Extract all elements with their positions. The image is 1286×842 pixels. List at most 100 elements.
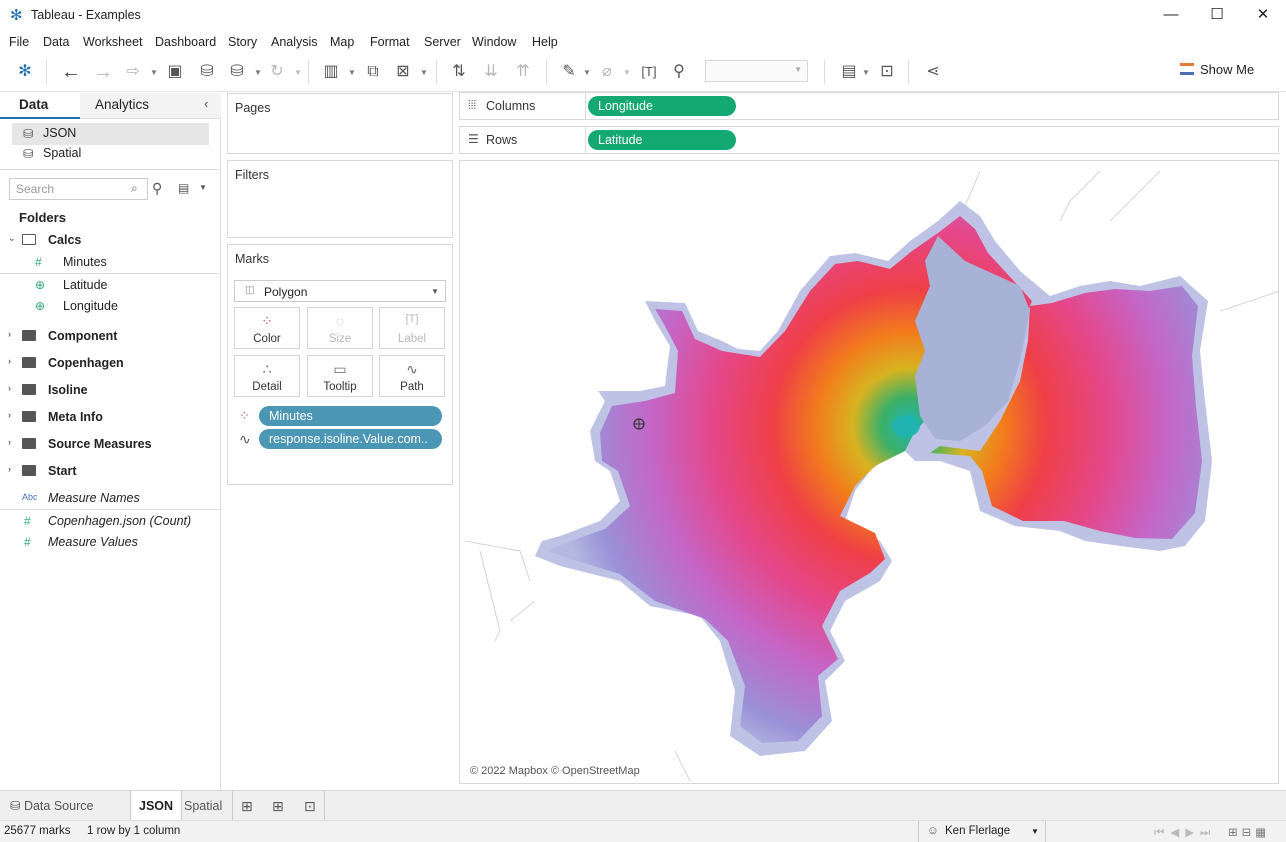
share-icon[interactable]: ⋖ bbox=[922, 61, 944, 83]
menu-format[interactable]: Format bbox=[370, 35, 410, 49]
show-cards-icon[interactable]: ▤ bbox=[838, 61, 860, 83]
pause-updates-icon[interactable]: ⛁ bbox=[226, 61, 248, 83]
menu-help[interactable]: Help bbox=[532, 35, 558, 49]
duplicate-sheet-icon[interactable]: ⧉ bbox=[362, 61, 384, 83]
sheet-navigation-icon[interactable]: ⏮◀▶⏭ bbox=[1154, 825, 1216, 840]
map-attribution[interactable]: © 2022 Mapbox © OpenStreetMap bbox=[470, 765, 640, 777]
minimize-button[interactable]: — bbox=[1148, 0, 1194, 32]
field-minutes[interactable]: # Minutes bbox=[0, 252, 221, 274]
crosshair-cursor-icon bbox=[633, 418, 645, 430]
pause-dropdown-icon[interactable]: ▼ bbox=[254, 68, 262, 77]
presentation-mode-icon[interactable]: ⊡ bbox=[876, 61, 898, 83]
rows-icon: ☰ bbox=[468, 132, 479, 146]
maximize-button[interactable]: ☐ bbox=[1194, 0, 1240, 32]
tableau-start-icon[interactable]: ✻ bbox=[14, 61, 36, 83]
field-longitude[interactable]: ⊕ Longitude bbox=[0, 296, 221, 318]
menu-file[interactable]: File bbox=[9, 35, 29, 49]
sheet-view-icon[interactable]: ⊞⊟▦ bbox=[1228, 825, 1270, 839]
menu-window[interactable]: Window bbox=[472, 35, 516, 49]
sheet-tab-json[interactable]: JSON bbox=[130, 791, 183, 821]
folder-start[interactable]: › Start bbox=[0, 461, 221, 483]
refresh-icon[interactable]: ↻ bbox=[266, 61, 288, 83]
folder-calcs[interactable]: ⌄ Calcs bbox=[0, 230, 221, 252]
mark-type-select[interactable]: ◫ Polygon ▼ bbox=[234, 280, 446, 302]
label-button[interactable]: [T] Label bbox=[379, 307, 445, 349]
search-placeholder: Search bbox=[16, 182, 55, 196]
menu-data[interactable]: Data bbox=[43, 35, 69, 49]
clear-dropdown-icon[interactable]: ▼ bbox=[420, 68, 428, 77]
new-worksheet-icon[interactable]: ⊞ bbox=[232, 791, 261, 821]
filter-icon[interactable]: ⚲ bbox=[152, 180, 162, 197]
fit-select[interactable]: ▼ bbox=[705, 60, 808, 82]
new-worksheet-icon[interactable]: ▥ bbox=[320, 61, 342, 83]
pin-axes-icon[interactable]: ⚲ bbox=[668, 61, 690, 83]
field-measure-values[interactable]: # Measure Values bbox=[0, 532, 221, 554]
clear-sheet-icon[interactable]: ⊠ bbox=[392, 61, 414, 83]
pages-card[interactable]: Pages bbox=[227, 93, 453, 154]
group-members-icon[interactable]: ⌀ bbox=[596, 61, 618, 83]
menu-dashboard[interactable]: Dashboard bbox=[155, 35, 216, 49]
size-button[interactable]: ◌ Size bbox=[307, 307, 373, 349]
show-me-button[interactable]: Show Me bbox=[1180, 62, 1254, 82]
columns-shelf[interactable]: ⦙⦙⦙ Columns Longitude bbox=[459, 92, 1279, 120]
menu-server[interactable]: Server bbox=[424, 35, 461, 49]
replay-dropdown-icon[interactable]: ▼ bbox=[150, 68, 158, 77]
new-story-icon[interactable]: ⊡ bbox=[296, 791, 325, 821]
map-view[interactable]: © 2022 Mapbox © OpenStreetMap bbox=[459, 160, 1279, 784]
highlight-icon[interactable]: ✎ bbox=[558, 61, 580, 83]
field-count[interactable]: # Copenhagen.json (Count) bbox=[0, 511, 221, 533]
longitude-pill[interactable]: Longitude bbox=[588, 96, 736, 116]
new-data-source-icon[interactable]: ⛁ bbox=[196, 61, 218, 83]
database-icon: ⛁ bbox=[23, 147, 34, 161]
sort-descending-icon[interactable]: ⇈ bbox=[512, 61, 534, 83]
search-input[interactable]: Search ⌕ bbox=[9, 178, 148, 200]
collapse-pane-icon[interactable]: ‹ bbox=[204, 96, 208, 111]
folder-copenhagen[interactable]: › Copenhagen bbox=[0, 353, 221, 375]
redo-icon[interactable]: → bbox=[92, 61, 114, 83]
tab-analytics[interactable]: Analytics ‹ bbox=[80, 93, 221, 119]
sheet-tab-spatial[interactable]: Spatial bbox=[176, 791, 230, 821]
new-worksheet-dropdown-icon[interactable]: ▼ bbox=[348, 68, 356, 77]
sort-ascending-icon[interactable]: ⇊ bbox=[480, 61, 502, 83]
save-icon[interactable]: ▣ bbox=[164, 61, 186, 83]
tooltip-button[interactable]: ▭ Tooltip bbox=[307, 355, 373, 397]
minutes-pill[interactable]: Minutes bbox=[259, 406, 442, 426]
new-dashboard-icon[interactable]: ⊞ bbox=[264, 791, 292, 821]
folder-meta-info[interactable]: › Meta Info bbox=[0, 407, 221, 429]
swap-rows-columns-icon[interactable]: ⇅ bbox=[448, 61, 470, 83]
menu-map[interactable]: Map bbox=[330, 35, 354, 49]
folder-isoline[interactable]: › Isoline bbox=[0, 380, 221, 402]
rows-columns-count: 1 row by 1 column bbox=[87, 825, 181, 837]
replay-icon[interactable]: ⇨ bbox=[122, 61, 144, 83]
view-options-icon[interactable]: ▤ bbox=[178, 181, 189, 195]
menu-story[interactable]: Story bbox=[228, 35, 257, 49]
folder-calcs-label: Calcs bbox=[48, 233, 82, 247]
undo-icon[interactable]: ← bbox=[60, 61, 82, 83]
show-cards-dropdown-icon[interactable]: ▼ bbox=[862, 68, 870, 77]
isoline-path-pill[interactable]: response.isoline.Value.com.. bbox=[259, 429, 442, 449]
filters-card[interactable]: Filters bbox=[227, 160, 453, 238]
folder-source-measures[interactable]: › Source Measures bbox=[0, 434, 221, 456]
menu-worksheet[interactable]: Worksheet bbox=[83, 35, 143, 49]
latitude-pill[interactable]: Latitude bbox=[588, 130, 736, 150]
data-source-spatial[interactable]: ⛁ Spatial bbox=[0, 143, 221, 165]
folder-component[interactable]: › Component bbox=[0, 326, 221, 348]
field-measure-names[interactable]: Abc Measure Names bbox=[0, 488, 221, 510]
show-mark-labels-icon[interactable]: [T] bbox=[638, 61, 660, 83]
tab-data[interactable]: Data bbox=[0, 93, 80, 119]
field-latitude[interactable]: ⊕ Latitude bbox=[0, 275, 221, 297]
close-button[interactable]: ✕ bbox=[1240, 0, 1286, 32]
path-button[interactable]: ∿ Path bbox=[379, 355, 445, 397]
highlight-dropdown-icon[interactable]: ▼ bbox=[583, 68, 591, 77]
refresh-dropdown-icon[interactable]: ▼ bbox=[294, 68, 302, 77]
data-source-tab[interactable]: ⛁ Data Source bbox=[2, 791, 101, 821]
data-source-json[interactable]: ⛁ JSON bbox=[12, 123, 209, 145]
detail-button[interactable]: ∴ Detail bbox=[234, 355, 300, 397]
color-button[interactable]: ⁘ Color bbox=[234, 307, 300, 349]
user-menu[interactable]: ☺ Ken Flerlage ▼ bbox=[918, 821, 1046, 842]
view-options-dropdown-icon[interactable]: ▼ bbox=[199, 183, 207, 192]
rows-shelf[interactable]: ☰ Rows Latitude bbox=[459, 126, 1279, 154]
group-dropdown-icon[interactable]: ▼ bbox=[623, 68, 631, 77]
isochrone-map[interactable] bbox=[460, 161, 1279, 784]
menu-analysis[interactable]: Analysis bbox=[271, 35, 318, 49]
